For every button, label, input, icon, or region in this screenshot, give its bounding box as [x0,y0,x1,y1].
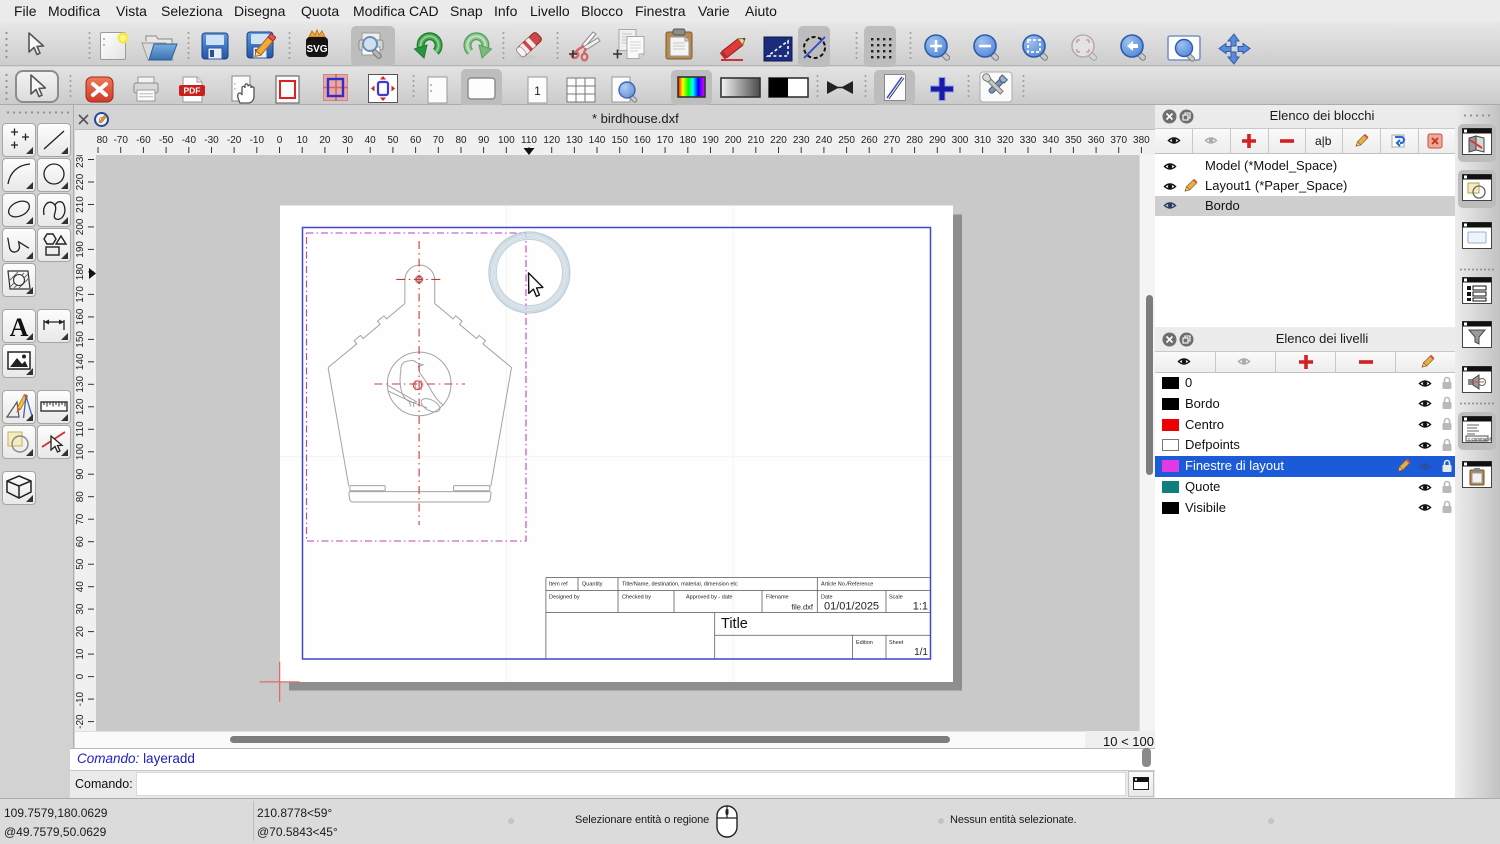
svg-text:SVG: SVG [306,44,327,55]
svg-text:110: 110 [521,135,537,146]
svg-text:Designed by: Designed by [549,595,580,601]
svg-text:70: 70 [75,513,86,525]
svg-text:-30: -30 [204,135,219,146]
svg-text:220: 220 [770,135,787,146]
svg-text:Title/Name, destination, mater: Title/Name, destination, material, dimen… [622,582,738,588]
svg-text:160: 160 [75,308,86,325]
svg-text:Filename: Filename [766,595,789,601]
svg-text:-50: -50 [159,135,174,146]
svg-text:170: 170 [75,286,86,303]
svg-text:Title: Title [721,616,748,632]
svg-text:290: 290 [929,135,946,146]
svg-text:30: 30 [75,603,86,615]
svg-text:140: 140 [75,353,86,370]
svg-text:Edition: Edition [856,640,873,646]
svg-text:Checked by: Checked by [622,595,651,601]
svg-text:240: 240 [816,135,833,146]
svg-text:230: 230 [75,155,86,168]
svg-text:0: 0 [277,135,283,146]
svg-text:100: 100 [75,443,86,460]
svg-text:120: 120 [543,135,560,146]
svg-text:file.dxf: file.dxf [791,603,814,612]
svg-text:200: 200 [725,135,742,146]
svg-text:-10: -10 [250,135,265,146]
svg-text:-10: -10 [75,691,86,706]
svg-text:330: 330 [1020,135,1037,146]
svg-text:260: 260 [861,135,878,146]
svg-text:PDF: PDF [184,86,201,96]
svg-text:-70: -70 [113,135,128,146]
svg-text:200: 200 [75,218,86,235]
svg-text:210: 210 [747,135,764,146]
svg-text:Scale: Scale [889,595,903,601]
svg-text:1: 1 [534,84,541,98]
svg-text:190: 190 [702,135,719,146]
svg-text:300: 300 [952,135,969,146]
svg-text:-20: -20 [227,135,242,146]
svg-text:40: 40 [75,581,86,593]
svg-text:50: 50 [75,558,86,570]
svg-text:320: 320 [997,135,1014,146]
svg-text:c command: c command [1468,437,1492,442]
svg-text:110: 110 [75,421,86,437]
svg-text:140: 140 [589,135,606,146]
svg-text:10: 10 [75,648,86,660]
svg-text:A: A [10,313,29,341]
svg-text:0: 0 [75,673,86,679]
svg-text:310: 310 [974,135,991,146]
svg-text:350: 350 [1065,135,1082,146]
svg-text:130: 130 [566,135,583,146]
svg-text:50: 50 [387,135,399,146]
svg-text:160: 160 [634,135,651,146]
svg-text:20: 20 [75,626,86,638]
svg-text:60: 60 [410,135,422,146]
svg-text:90: 90 [75,468,86,480]
svg-text:80: 80 [97,135,109,146]
svg-text:150: 150 [611,135,628,146]
svg-text:1:1: 1:1 [913,601,928,613]
svg-text:Approved by - date: Approved by - date [686,595,732,601]
svg-text:70: 70 [433,135,445,146]
svg-text:80: 80 [455,135,467,146]
svg-text:Quantity: Quantity [582,582,603,588]
svg-text:150: 150 [75,331,86,348]
svg-text:220: 220 [75,173,86,190]
svg-text:270: 270 [884,135,901,146]
svg-text:360: 360 [1088,135,1105,146]
svg-text:180: 180 [679,135,696,146]
svg-text:90: 90 [478,135,490,146]
svg-text:380: 380 [1133,135,1150,146]
svg-text:100: 100 [498,135,515,146]
svg-text:190: 190 [75,241,86,258]
svg-text:20: 20 [319,135,331,146]
svg-text:1/1: 1/1 [914,647,928,658]
svg-text:-20: -20 [75,714,86,729]
svg-text:10: 10 [297,135,309,146]
svg-text:180: 180 [75,263,86,280]
svg-text:250: 250 [838,135,855,146]
svg-text:170: 170 [657,135,674,146]
svg-text:Sheet: Sheet [889,640,904,646]
svg-text:130: 130 [75,376,86,393]
svg-text:30: 30 [342,135,354,146]
svg-text:40: 40 [365,135,377,146]
svg-text:80: 80 [75,491,86,503]
svg-text:60: 60 [75,536,86,548]
svg-text:-40: -40 [182,135,197,146]
svg-text:280: 280 [906,135,923,146]
svg-text:-60: -60 [136,135,151,146]
svg-text:01/01/2025: 01/01/2025 [824,601,879,613]
svg-text:Item ref: Item ref [549,582,568,588]
svg-text:120: 120 [75,398,86,415]
svg-text:Article No./Reference: Article No./Reference [821,582,873,588]
svg-text:230: 230 [793,135,810,146]
svg-text:210: 210 [75,196,86,213]
svg-text:370: 370 [1110,135,1127,146]
svg-text:340: 340 [1042,135,1059,146]
